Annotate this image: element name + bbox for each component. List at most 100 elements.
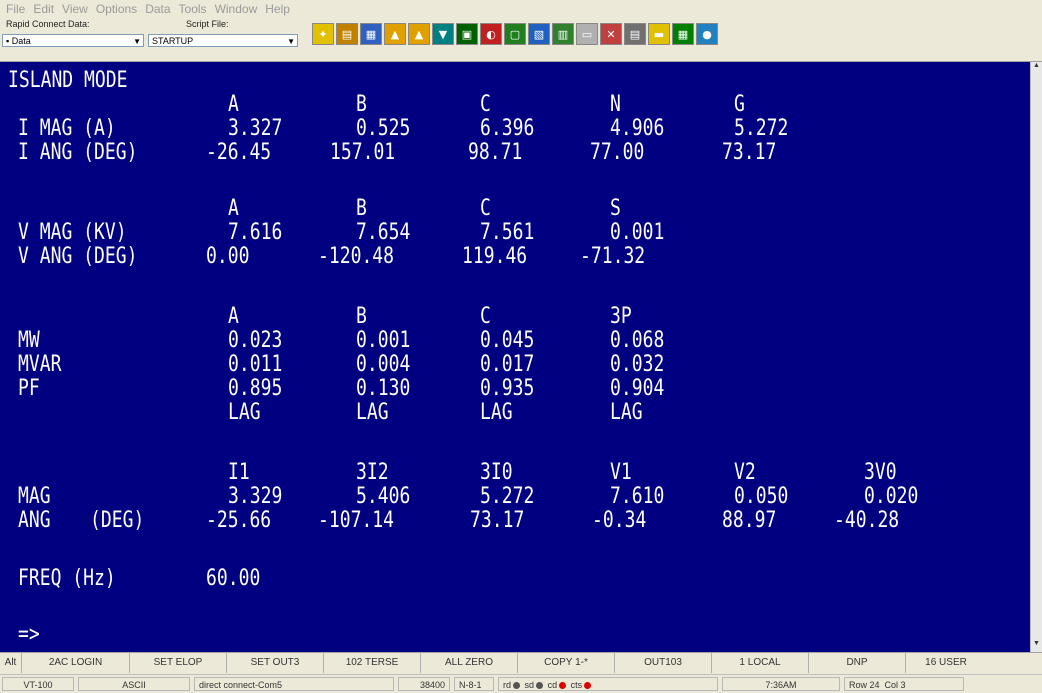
fkey-7[interactable]: OUT103 [615,653,712,673]
fkey-8[interactable]: 1 LOCAL [712,653,809,673]
freq-value: 60.00 [206,566,261,591]
cts-indicator-icon [584,682,592,690]
toolbar: Rapid Connect Data: ▪ Data ▼ Script File… [0,17,1042,62]
seq-ang-3i0: 73.17 [470,508,525,533]
voltage-header-a: A [228,196,239,221]
network-icon[interactable]: ▭ [576,23,598,45]
current-header-c: C [480,92,491,117]
current-ang-n: 77.00 [590,140,645,165]
power-pf-b: 0.130 [356,376,411,401]
voltage-ang-c: 119.46 [462,244,528,269]
current-ang-c: 98.71 [468,140,523,165]
power-mvar-label: MVAR [18,352,62,377]
fkey-3[interactable]: SET OUT3 [227,653,324,673]
cts-label: cts [570,680,583,690]
current-ang-b: 157.01 [330,140,396,165]
menu-bar: File Edit View Options Data Tools Window… [0,0,1042,17]
menu-file[interactable]: File [6,2,25,16]
status-terminal-type: VT-100 [2,677,74,691]
rd-indicator-icon [513,682,521,690]
command-prompt[interactable]: => [18,624,40,646]
seq-mag-v1: 7.610 [610,484,665,509]
power-header-3p: 3P [610,304,632,329]
seq-ang-3i2: -107.14 [318,508,395,533]
menu-window[interactable]: Window [215,2,258,16]
seq-ang-3v0: -40.28 [834,508,900,533]
fkey-5[interactable]: ALL ZERO [421,653,518,673]
vertical-scrollbar[interactable]: ▲ ▼ [1030,62,1042,652]
book-icon[interactable]: ▤ [336,23,358,45]
status-connection: direct connect-Com5 [194,677,394,691]
toolbar-icons: ✦ ▤ ▦ ▲ ▲ ▼ ▣ ◐ ▢ ▧ ▥ ▭ ✕ ▤ ▬ ▦ ● [312,23,720,45]
cd-label: cd [547,680,558,690]
keypad-icon[interactable]: ▦ [672,23,694,45]
menu-view[interactable]: View [62,2,88,16]
current-mag-b: 0.525 [356,116,411,141]
chevron-down-icon[interactable]: ▼ [287,35,295,48]
menu-options[interactable]: Options [96,2,137,16]
current-header-b: B [356,92,367,117]
voltage-header-b: B [356,196,367,221]
voltage-mag-b: 7.654 [356,220,411,245]
cable-icon[interactable]: ▬ [648,23,670,45]
calendar-icon[interactable]: ▦ [360,23,382,45]
upload-icon[interactable]: ▲ [384,23,406,45]
menu-tools[interactable]: Tools [179,2,207,16]
terminal-screen[interactable]: ISLAND MODE A B C N G I MAG (A) 3.327 0.… [0,62,1030,652]
seq-ang-unit: (DEG) [90,508,145,533]
download-icon[interactable]: ▼ [432,23,454,45]
function-key-bar: Alt 2AC LOGIN SET ELOP SET OUT3 102 TERS… [0,652,1042,674]
screen-icon[interactable]: ▢ [504,23,526,45]
help-globe-icon[interactable]: ● [696,23,718,45]
fkey-4[interactable]: 102 TERSE [324,653,421,673]
monitor-icon[interactable]: ▣ [456,23,478,45]
voltage-ang-s: -71.32 [580,244,646,269]
current-header-g: G [734,92,745,117]
rapid-connect-select[interactable]: ▪ Data ▼ [2,34,144,47]
status-time: 7:36AM [722,677,840,691]
seq-mag-3i0: 5.272 [480,484,535,509]
seq-header-3i0: 3I0 [480,460,513,485]
power-mvar-c: 0.017 [480,352,535,377]
menu-edit[interactable]: Edit [33,2,54,16]
power-mvar-a: 0.011 [228,352,283,377]
script-file-select[interactable]: STARTUP ▼ [148,34,298,47]
power-mw-a: 0.023 [228,328,283,353]
tools-icon[interactable]: ✕ [600,23,622,45]
upload-folder-icon[interactable]: ▲ [408,23,430,45]
power-pf-c: 0.935 [480,376,535,401]
status-baud: 38400 [398,677,450,691]
fkey-10[interactable]: 16 USER [906,653,986,673]
fkey-2[interactable]: SET ELOP [130,653,227,673]
dial-icon[interactable]: ◐ [480,23,502,45]
cd-indicator-icon [559,682,567,690]
menu-help[interactable]: Help [265,2,290,16]
fkey-6[interactable]: COPY 1-* [518,653,615,673]
seq-ang-i1: -25.66 [206,508,272,533]
power-header-a: A [228,304,239,329]
power-pf-label: PF [18,376,40,401]
printer-icon[interactable]: ▤ [624,23,646,45]
fkey-alt[interactable]: Alt [0,653,22,673]
voltage-mag-c: 7.561 [480,220,535,245]
freq-label: FREQ (Hz) [18,566,116,591]
status-row: Row 24 [849,680,880,690]
current-mag-c: 6.396 [480,116,535,141]
sd-label: sd [524,680,535,690]
status-parity: N-8-1 [454,677,494,691]
power-pf-3p: 0.904 [610,376,665,401]
voltage-mag-a: 7.616 [228,220,283,245]
document-icon[interactable]: ▥ [552,23,574,45]
menu-data[interactable]: Data [145,2,170,16]
power-mw-c: 0.045 [480,328,535,353]
chevron-down-icon[interactable]: ▼ [133,35,141,48]
fkey-1[interactable]: 2AC LOGIN [22,653,130,673]
image-icon[interactable]: ▧ [528,23,550,45]
fkey-9[interactable]: DNP [809,653,906,673]
seq-ang-v2: 88.97 [722,508,777,533]
voltage-ang-a: 0.00 [206,244,250,269]
power-mw-3p: 0.068 [610,328,665,353]
scroll-down-icon[interactable]: ▼ [1031,640,1042,652]
scroll-up-icon[interactable]: ▲ [1031,62,1042,74]
run-icon[interactable]: ✦ [312,23,334,45]
